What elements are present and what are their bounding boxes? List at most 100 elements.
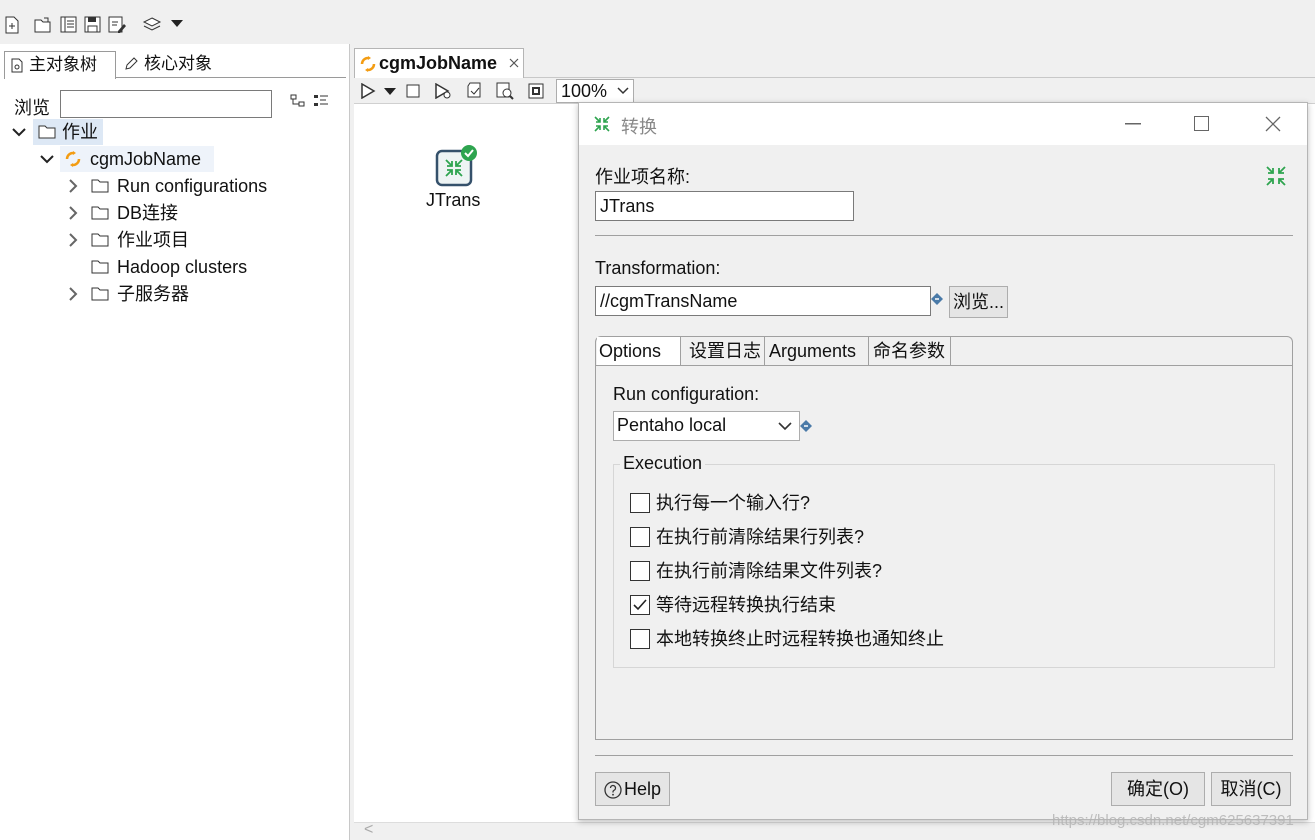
save-icon[interactable] bbox=[84, 16, 102, 34]
job-icon bbox=[359, 55, 377, 73]
preview-icon[interactable] bbox=[434, 83, 452, 99]
folder-icon bbox=[91, 179, 109, 193]
watermark: https://blog.csdn.net/cgm625637391 bbox=[1052, 812, 1294, 829]
checkbox-label: 等待远程转换执行结束 bbox=[656, 595, 836, 615]
impact-analysis-icon[interactable] bbox=[496, 82, 514, 100]
tab-arguments[interactable]: Arguments bbox=[769, 337, 869, 365]
maximize-icon[interactable] bbox=[1194, 116, 1210, 132]
layers-icon[interactable] bbox=[142, 16, 162, 34]
entry-name-field[interactable]: JTrans bbox=[595, 191, 854, 221]
folder-icon bbox=[91, 260, 109, 274]
run-config-value: Pentaho local bbox=[617, 415, 727, 435]
job-entry-jtrans[interactable]: JTrans bbox=[426, 144, 536, 214]
tab-named-parameters[interactable]: 命名参数 bbox=[873, 337, 951, 365]
chevron-right-icon[interactable] bbox=[67, 281, 79, 307]
chevron-down-icon bbox=[617, 87, 629, 95]
help-icon bbox=[604, 781, 622, 799]
tab-named-parameters-label: 命名参数 bbox=[873, 341, 945, 361]
job-icon bbox=[64, 150, 82, 168]
dropdown-arrow-icon[interactable] bbox=[171, 20, 189, 38]
checkbox[interactable] bbox=[630, 561, 650, 581]
folder-icon bbox=[91, 287, 109, 301]
chevron-down-icon[interactable] bbox=[12, 119, 26, 145]
tab-core-objects[interactable]: 核心对象 bbox=[120, 51, 220, 79]
checkbox-label: 本地转换终止时远程转换也通知终止 bbox=[656, 629, 944, 649]
scroll-left-arrow[interactable]: < bbox=[364, 821, 373, 839]
help-button[interactable]: Help bbox=[595, 772, 670, 806]
check-mark-icon bbox=[633, 599, 647, 611]
tree-item-hadoop-clusters[interactable]: Hadoop clusters bbox=[64, 254, 344, 280]
search-input[interactable] bbox=[60, 90, 272, 118]
run-config-label: Run configuration: bbox=[613, 384, 760, 404]
zoom-select[interactable]: 100% bbox=[556, 79, 634, 103]
tab-main-tree-label: 主对象树 bbox=[29, 55, 97, 74]
minimize-icon[interactable] bbox=[1125, 123, 1141, 125]
tab-options-label: Options bbox=[599, 341, 662, 361]
tree-root-label: 作业 bbox=[62, 122, 98, 142]
collapse-all-icon[interactable] bbox=[313, 94, 329, 108]
run-icon[interactable] bbox=[360, 83, 376, 99]
cancel-button[interactable]: 取消(C) bbox=[1211, 772, 1291, 806]
stop-icon[interactable] bbox=[406, 84, 420, 98]
transformation-entry-icon bbox=[1265, 165, 1287, 187]
editor-tab-title: cgmJobName bbox=[379, 53, 498, 73]
chevron-right-icon[interactable] bbox=[67, 173, 79, 199]
checkbox-label: 在执行前清除结果行列表? bbox=[656, 527, 865, 547]
run-options-arrow-icon[interactable] bbox=[384, 88, 396, 96]
tab-job-editor[interactable]: cgmJobName bbox=[354, 48, 524, 79]
verify-icon[interactable] bbox=[466, 82, 482, 100]
chevron-right-icon[interactable] bbox=[67, 200, 79, 226]
chevron-down-icon[interactable] bbox=[40, 146, 54, 172]
save-as-icon[interactable] bbox=[108, 16, 126, 34]
explorer-icon[interactable] bbox=[60, 16, 78, 34]
tree-item-root[interactable]: 作业 bbox=[8, 119, 348, 145]
success-check-icon bbox=[460, 144, 478, 162]
tab-main-tree[interactable]: 主对象树 bbox=[4, 51, 116, 79]
checkbox[interactable] bbox=[630, 629, 650, 649]
variable-diamond-icon bbox=[800, 420, 812, 432]
checkbox[interactable] bbox=[630, 493, 650, 513]
dialog-title: 转换 bbox=[621, 117, 657, 137]
transformation-label: Transformation: bbox=[595, 258, 721, 278]
checkbox[interactable] bbox=[630, 527, 650, 547]
transformation-small-icon bbox=[593, 115, 611, 133]
open-icon[interactable] bbox=[34, 16, 52, 34]
execution-group: Execution 执行每一个输入行? 在执行前清除结果行列表? 在执行前清除结… bbox=[613, 453, 1275, 668]
run-config-select[interactable]: Pentaho local bbox=[613, 411, 800, 441]
options-tab-panel: Options 设置日志 Arguments 命名参数 Run configur… bbox=[595, 336, 1293, 740]
browse-button[interactable]: 浏览... bbox=[949, 286, 1008, 318]
entry-label: JTrans bbox=[426, 190, 481, 210]
tab-options[interactable]: Options bbox=[597, 337, 681, 365]
pencil-icon bbox=[124, 57, 138, 71]
tree-item-slave-servers[interactable]: 子服务器 bbox=[64, 281, 344, 307]
sql-grid-icon[interactable] bbox=[528, 83, 544, 99]
editor-tab-bar: cgmJobName bbox=[354, 44, 1315, 79]
ok-button[interactable]: 确定(O) bbox=[1111, 772, 1205, 806]
close-tab-icon[interactable] bbox=[509, 58, 519, 68]
chevron-right-icon[interactable] bbox=[67, 227, 79, 253]
expand-all-icon[interactable] bbox=[290, 94, 306, 108]
tab-logging[interactable]: 设置日志 bbox=[689, 337, 765, 365]
new-file-icon[interactable] bbox=[4, 16, 22, 34]
tree-child-label: Hadoop clusters bbox=[117, 257, 248, 277]
zoom-value: 100% bbox=[561, 81, 608, 101]
tree-child-label: Run configurations bbox=[117, 176, 268, 196]
transformation-path-field[interactable]: //cgmTransName bbox=[595, 286, 931, 316]
tree-item-job[interactable]: cgmJobName bbox=[36, 146, 346, 172]
tree-child-label: DB连接 bbox=[117, 203, 179, 223]
close-icon[interactable] bbox=[1265, 116, 1281, 132]
folder-icon bbox=[38, 125, 56, 139]
entry-name-label: 作业项名称: bbox=[595, 167, 691, 187]
tab-core-objects-label: 核心对象 bbox=[144, 54, 212, 73]
left-tab-bar: 主对象树 核心对象 bbox=[4, 48, 346, 79]
checkbox-label: 执行每一个输入行? bbox=[656, 493, 811, 513]
tree-item-db-connections[interactable]: DB连接 bbox=[64, 200, 344, 226]
tree-item-run-configurations[interactable]: Run configurations bbox=[64, 173, 344, 199]
tree-doc-icon bbox=[11, 58, 23, 73]
tree-child-label: 作业项目 bbox=[117, 230, 189, 250]
tree-item-job-entries[interactable]: 作业项目 bbox=[64, 227, 344, 253]
tab-arguments-label: Arguments bbox=[769, 341, 857, 361]
checkbox-checked[interactable] bbox=[630, 595, 650, 615]
browse-label: 浏览 bbox=[14, 98, 50, 118]
separator bbox=[595, 235, 1293, 236]
